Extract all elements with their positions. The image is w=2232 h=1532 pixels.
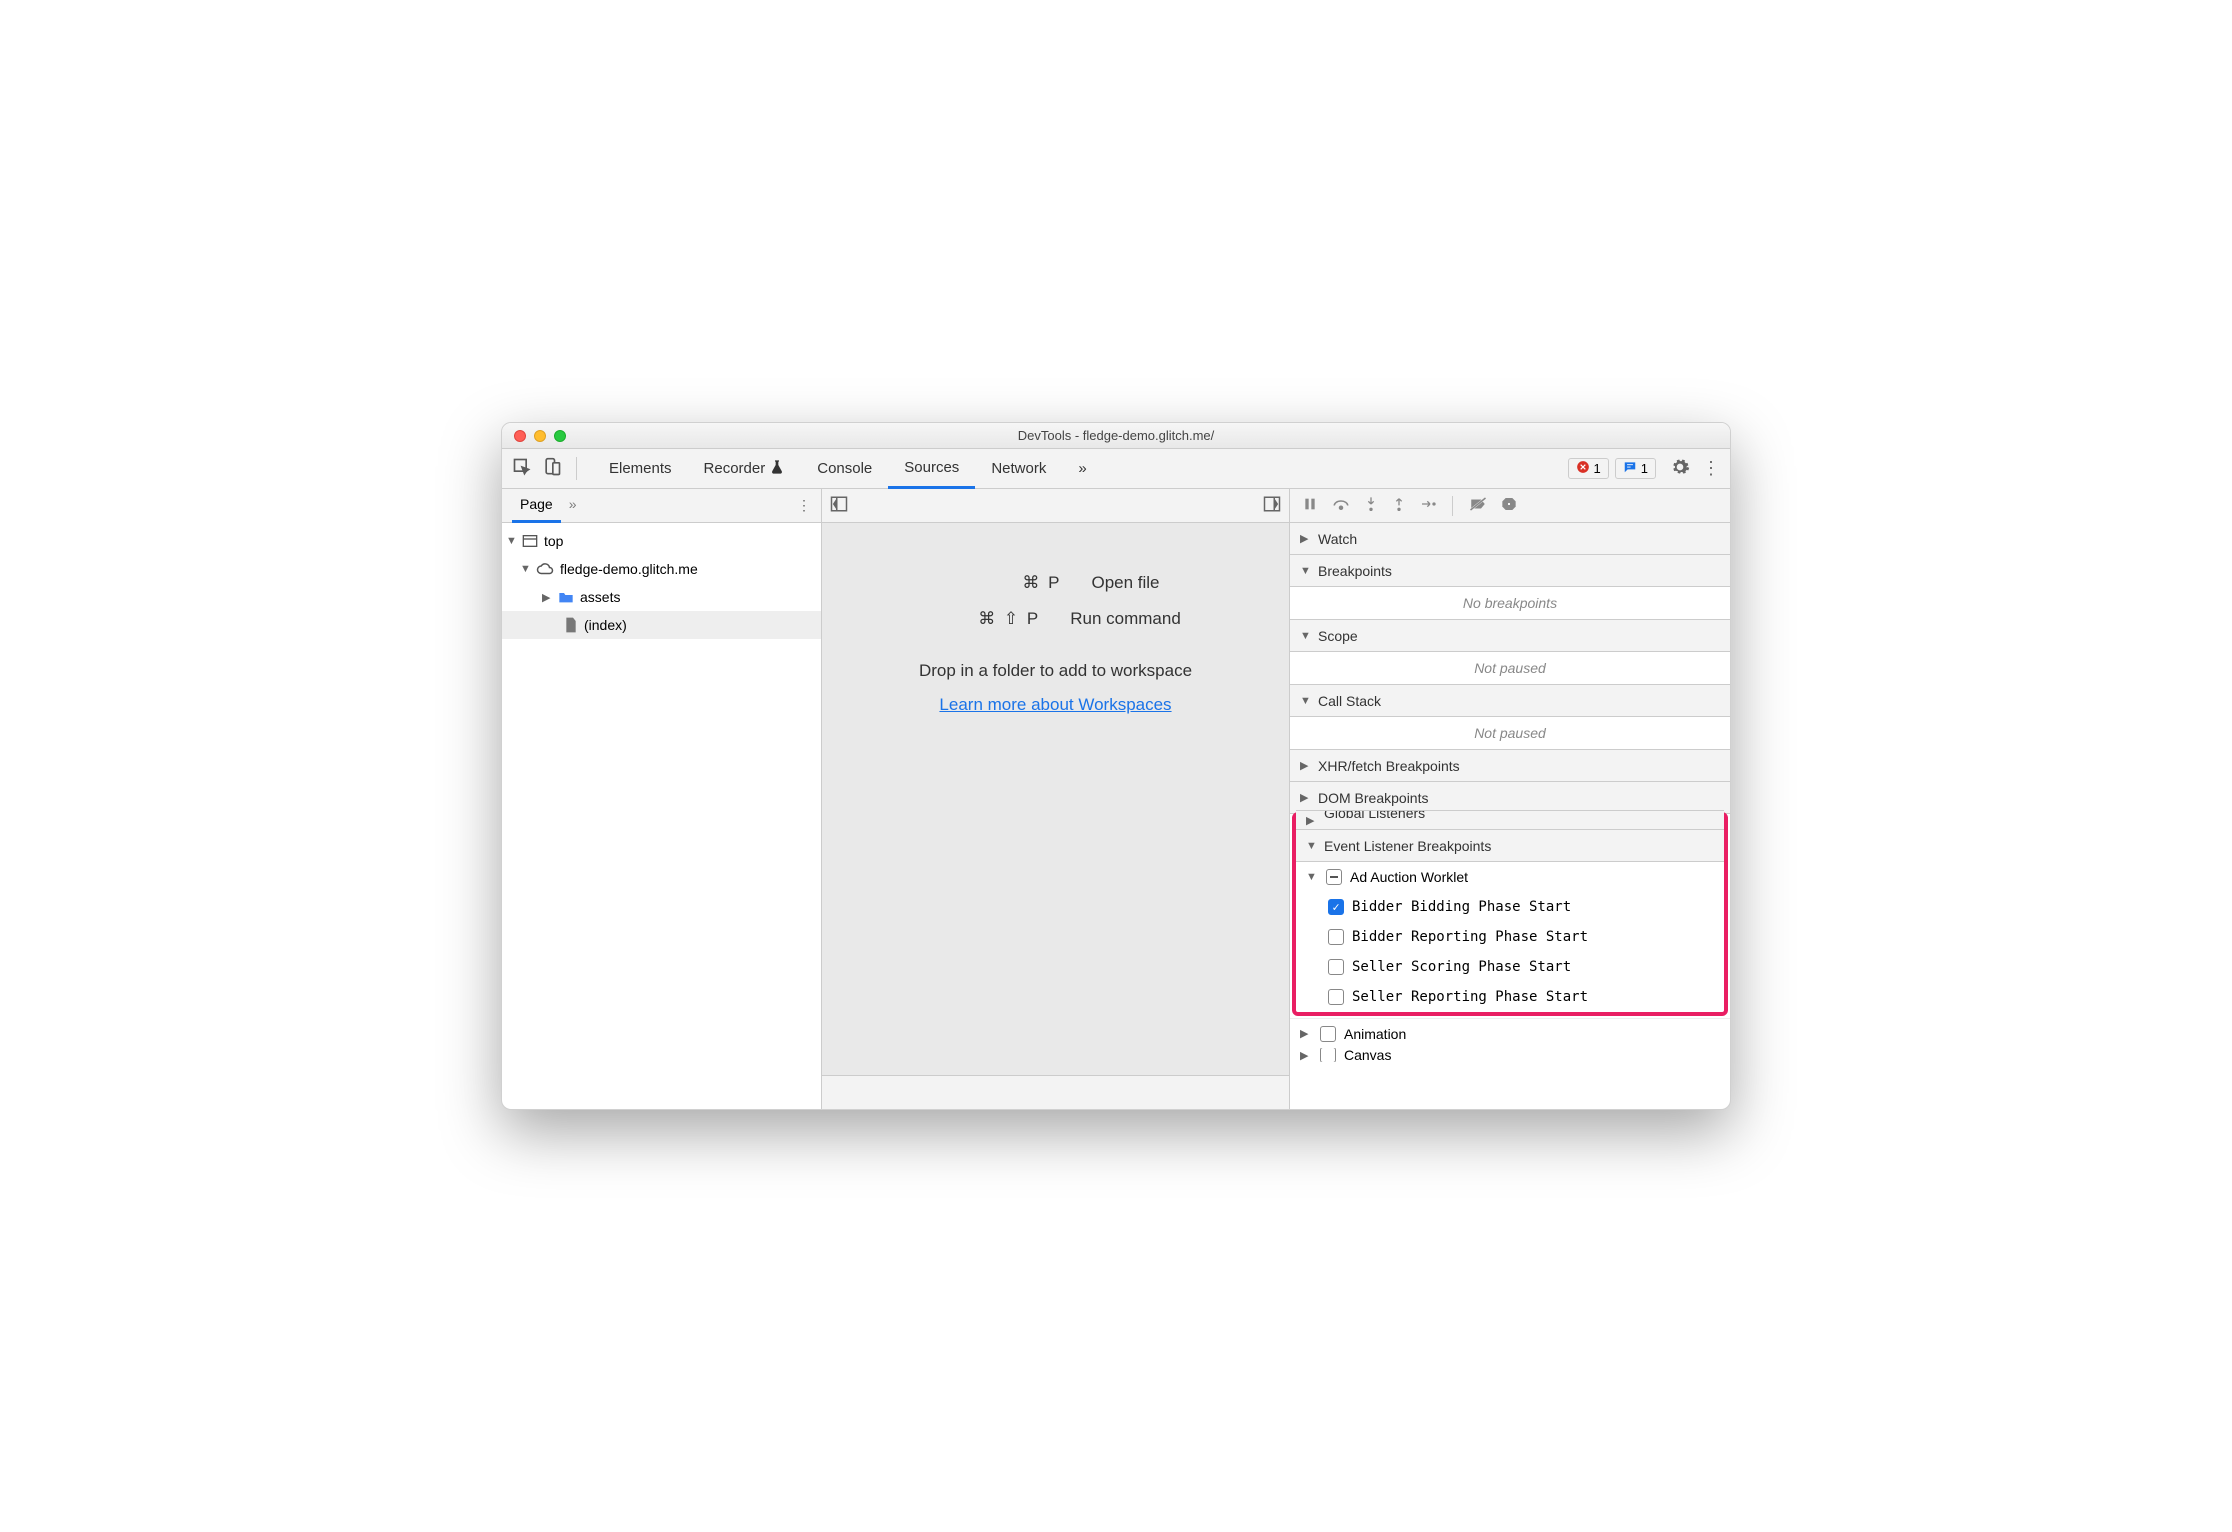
navigator-tabstrip: Page » ⋮ — [502, 489, 821, 523]
checkbox-mixed[interactable] — [1326, 869, 1342, 885]
checkbox[interactable] — [1328, 929, 1344, 945]
message-icon — [1623, 460, 1637, 477]
step-out-icon[interactable] — [1392, 496, 1406, 515]
section-global-listeners[interactable]: ▶Global Listeners — [1296, 810, 1724, 830]
step-into-icon[interactable] — [1364, 496, 1378, 515]
device-toggle-icon[interactable] — [542, 457, 562, 480]
tab-sources[interactable]: Sources — [888, 449, 975, 489]
callstack-empty: Not paused — [1290, 717, 1730, 750]
chevron-right-icon: ▶ — [1300, 1049, 1312, 1062]
workspace-hint: Drop in a folder to add to workspace — [919, 661, 1192, 681]
elb-item-bidder-reporting[interactable]: Bidder Reporting Phase Start — [1296, 922, 1724, 952]
section-event-listener-breakpoints[interactable]: ▼Event Listener Breakpoints — [1296, 830, 1724, 862]
section-watch[interactable]: ▶Watch — [1290, 523, 1730, 555]
error-icon — [1576, 460, 1590, 477]
window-icon — [522, 534, 538, 548]
titlebar: DevTools - fledge-demo.glitch.me/ — [502, 423, 1730, 449]
checkbox-checked[interactable]: ✓ — [1328, 899, 1344, 915]
chevron-down-icon: ▼ — [520, 563, 530, 575]
editor-toolbar — [822, 489, 1289, 523]
open-file-shortcut: ⌘ P — [951, 573, 1061, 593]
step-over-icon[interactable] — [1332, 496, 1350, 515]
section-xhr-breakpoints[interactable]: ▶XHR/fetch Breakpoints — [1290, 750, 1730, 782]
message-badge[interactable]: 1 — [1615, 458, 1656, 479]
main-tabstrip: Elements Recorder Console Sources Networ… — [502, 449, 1730, 489]
tree-top[interactable]: ▼ top — [502, 527, 821, 555]
workspace-learn-more-link[interactable]: Learn more about Workspaces — [939, 695, 1171, 715]
tab-console[interactable]: Console — [801, 449, 888, 489]
elb-item-seller-scoring[interactable]: Seller Scoring Phase Start — [1296, 952, 1724, 982]
checkbox[interactable] — [1320, 1048, 1336, 1062]
tab-elements[interactable]: Elements — [593, 449, 688, 489]
file-tree: ▼ top ▼ fledge-demo.glitch.me ▶ assets (… — [502, 523, 821, 1109]
checkbox[interactable] — [1320, 1026, 1336, 1042]
step-icon[interactable] — [1420, 497, 1436, 514]
editor-footer — [822, 1075, 1289, 1109]
section-breakpoints[interactable]: ▼Breakpoints — [1290, 555, 1730, 587]
chevron-right-icon: ▶ — [1300, 1027, 1312, 1040]
section-scope[interactable]: ▼Scope — [1290, 620, 1730, 652]
pause-on-exceptions-icon[interactable] — [1501, 496, 1517, 515]
tab-recorder[interactable]: Recorder — [688, 449, 802, 489]
inspect-icon[interactable] — [512, 457, 532, 480]
window-title: DevTools - fledge-demo.glitch.me/ — [502, 428, 1730, 443]
scope-empty: Not paused — [1290, 652, 1730, 685]
tab-more[interactable]: » — [1062, 449, 1102, 489]
file-icon — [564, 617, 578, 633]
cloud-icon — [536, 562, 554, 576]
highlight-region: ▶Global Listeners ▼Event Listener Breakp… — [1292, 812, 1728, 1016]
elb-group-ad-auction-worklet[interactable]: ▼ Ad Auction Worklet — [1296, 862, 1724, 892]
elb-item-bidder-bidding[interactable]: ✓ Bidder Bidding Phase Start — [1296, 892, 1724, 922]
checkbox[interactable] — [1328, 989, 1344, 1005]
run-command-label: Run command — [1070, 609, 1181, 629]
debugger-accordion: ▶Watch ▼Breakpoints No breakpoints ▼Scop… — [1290, 523, 1730, 1109]
error-badge[interactable]: 1 — [1568, 458, 1609, 479]
tab-page[interactable]: Page — [512, 489, 561, 523]
editor-empty-state: ⌘ P Open file ⌘ ⇧ P Run command Drop in … — [822, 523, 1289, 1075]
folder-icon — [558, 590, 574, 604]
debugger-toolbar — [1290, 489, 1730, 523]
tab-network[interactable]: Network — [975, 449, 1062, 489]
gear-icon[interactable] — [1670, 457, 1690, 480]
chevron-down-icon: ▼ — [1306, 871, 1318, 883]
tree-file-index[interactable]: (index) — [502, 611, 821, 639]
tree-folder-assets[interactable]: ▶ assets — [502, 583, 821, 611]
navigator-kebab-icon[interactable]: ⋮ — [797, 497, 811, 514]
sidebar-left-toggle-icon[interactable] — [830, 495, 848, 516]
checkbox[interactable] — [1328, 959, 1344, 975]
open-file-label: Open file — [1091, 573, 1159, 593]
navigator-more[interactable]: » — [561, 489, 585, 523]
kebab-icon[interactable]: ⋮ — [1702, 458, 1720, 479]
section-callstack[interactable]: ▼Call Stack — [1290, 685, 1730, 717]
tree-origin[interactable]: ▼ fledge-demo.glitch.me — [502, 555, 821, 583]
chevron-right-icon: ▶ — [542, 591, 552, 604]
sidebar-right-toggle-icon[interactable] — [1263, 495, 1281, 516]
elb-item-seller-reporting[interactable]: Seller Reporting Phase Start — [1296, 982, 1724, 1012]
flask-icon — [769, 459, 785, 479]
elb-group-animation[interactable]: ▶ Animation — [1290, 1018, 1730, 1048]
devtools-window: DevTools - fledge-demo.glitch.me/ Elemen… — [501, 422, 1731, 1110]
pause-icon[interactable] — [1302, 496, 1318, 515]
elb-group-canvas[interactable]: ▶ Canvas — [1290, 1048, 1730, 1062]
chevron-down-icon: ▼ — [506, 535, 516, 547]
deactivate-breakpoints-icon[interactable] — [1469, 496, 1487, 515]
run-command-shortcut: ⌘ ⇧ P — [930, 609, 1040, 629]
breakpoints-empty: No breakpoints — [1290, 587, 1730, 620]
